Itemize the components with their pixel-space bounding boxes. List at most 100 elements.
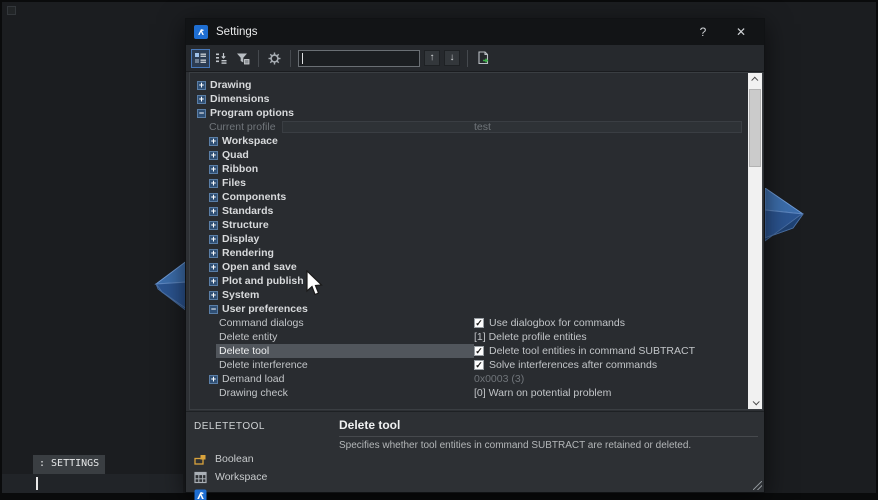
expand-icon[interactable]: + bbox=[209, 234, 218, 244]
expand-icon[interactable]: + bbox=[209, 248, 218, 258]
tree-row[interactable]: − User preferences bbox=[190, 302, 748, 316]
expand-icon[interactable]: + bbox=[209, 374, 218, 384]
setting-label: Drawing bbox=[210, 79, 252, 91]
setting-label: Rendering bbox=[222, 247, 274, 259]
setting-label: Delete entity bbox=[219, 331, 278, 343]
export-file-icon bbox=[478, 51, 489, 65]
expand-icon[interactable]: + bbox=[209, 276, 218, 286]
boolean-icon bbox=[194, 453, 207, 466]
settings-toolbar: ↑ ↓ bbox=[186, 45, 764, 72]
resize-grip[interactable] bbox=[753, 481, 762, 490]
tree-row[interactable]: + Demand load 0x0003 (3) bbox=[190, 372, 748, 386]
related-link-label: Boolean bbox=[215, 453, 254, 465]
find-previous-button[interactable]: ↑ bbox=[424, 50, 440, 66]
tree-row[interactable]: + Display bbox=[190, 232, 748, 246]
alphabetic-view-button[interactable] bbox=[212, 49, 231, 68]
tree-row[interactable]: + Ribbon bbox=[190, 162, 748, 176]
expand-icon[interactable]: + bbox=[197, 94, 206, 104]
tree-row[interactable]: Current profile test bbox=[190, 120, 748, 134]
tree-row[interactable]: + Structure bbox=[190, 218, 748, 232]
checkbox[interactable]: ✓ bbox=[474, 318, 484, 328]
tree-row[interactable]: Delete interference ✓ Solve interferences … bbox=[190, 358, 748, 372]
setting-label: User preferences bbox=[222, 303, 308, 315]
find-next-button[interactable]: ↓ bbox=[444, 50, 460, 66]
tree-row[interactable]: Drawing check [0] Warn on potential probl… bbox=[190, 386, 748, 400]
collapse-icon[interactable]: − bbox=[209, 304, 218, 314]
tree-row[interactable]: + Plot and publish bbox=[190, 274, 748, 288]
tree-row[interactable]: + Standards bbox=[190, 204, 748, 218]
left-arrow-entity bbox=[154, 259, 188, 313]
tree-row[interactable]: + Quad bbox=[190, 148, 748, 162]
tree-row[interactable]: Command dialogs ✓ Use dialogbox for comman… bbox=[190, 316, 748, 330]
application-window: : SETTINGS Settings ? ✕ ↑ ↓ + Drawing + … bbox=[0, 0, 878, 500]
help-button[interactable]: ? bbox=[688, 25, 718, 39]
bricscad-icon bbox=[194, 489, 207, 500]
command-caret bbox=[36, 477, 38, 490]
setting-value: Delete tool entities in command SUBTRACT bbox=[489, 345, 695, 357]
setting-value: Use dialogbox for commands bbox=[489, 317, 625, 329]
canvas-corner-glyph bbox=[7, 6, 16, 15]
setting-label: Delete tool bbox=[219, 345, 270, 357]
tree-row[interactable]: + Dimensions bbox=[190, 92, 748, 106]
expand-icon[interactable]: + bbox=[209, 136, 218, 146]
checkbox[interactable]: ✓ bbox=[474, 360, 484, 370]
setting-label: Dimensions bbox=[210, 93, 270, 105]
tree-row[interactable]: Delete tool ✓ Delete tool entities in comm… bbox=[190, 344, 748, 358]
command-input-bar[interactable] bbox=[2, 474, 183, 493]
filter-icon bbox=[236, 53, 249, 64]
related-link-workspace[interactable]: Workspace bbox=[194, 468, 267, 486]
dialog-title: Settings bbox=[216, 26, 258, 38]
workspace-icon bbox=[194, 471, 207, 484]
tree-row[interactable]: + Rendering bbox=[190, 246, 748, 260]
tree-row[interactable]: − Program options bbox=[190, 106, 748, 120]
export-button[interactable] bbox=[474, 49, 493, 68]
tree-row[interactable]: + Drawing bbox=[190, 78, 748, 92]
close-button[interactable]: ✕ bbox=[726, 25, 756, 39]
setting-label: Plot and publish bbox=[222, 275, 304, 287]
setting-value: [0] Warn on potential problem bbox=[474, 387, 612, 399]
configure-button[interactable] bbox=[265, 49, 284, 68]
expand-icon[interactable]: + bbox=[209, 164, 218, 174]
toolbar-separator bbox=[290, 49, 291, 67]
categorized-view-button[interactable] bbox=[191, 48, 210, 68]
search-input[interactable] bbox=[299, 50, 419, 66]
setting-label: Workspace bbox=[222, 135, 278, 147]
expand-icon[interactable]: + bbox=[209, 220, 218, 230]
expand-icon[interactable]: + bbox=[197, 80, 206, 90]
setting-value: [1] Delete profile entities bbox=[474, 331, 587, 343]
tree-row[interactable]: + Open and save bbox=[190, 260, 748, 274]
expand-icon[interactable]: + bbox=[209, 178, 218, 188]
setting-label: Ribbon bbox=[222, 163, 259, 175]
related-link-boolean[interactable]: Boolean bbox=[194, 450, 267, 468]
expand-icon[interactable]: + bbox=[209, 262, 218, 272]
setting-label: Standards bbox=[222, 205, 274, 217]
expand-icon[interactable]: + bbox=[209, 192, 218, 202]
alphabetic-view-icon bbox=[216, 52, 227, 64]
tree-row[interactable]: + Files bbox=[190, 176, 748, 190]
setting-label: Command dialogs bbox=[219, 317, 304, 329]
categorized-view-icon bbox=[195, 52, 206, 63]
tree-row[interactable]: Delete entity [1] Delete profile entities bbox=[190, 330, 748, 344]
tree-row[interactable]: + System bbox=[190, 288, 748, 302]
settings-tree-container: + Drawing + Dimensions − Program options Curre… bbox=[189, 72, 763, 410]
filter-button[interactable] bbox=[233, 49, 252, 68]
checkbox[interactable]: ✓ bbox=[474, 346, 484, 356]
related-link-bricscad[interactable] bbox=[194, 486, 267, 500]
expand-icon[interactable]: + bbox=[209, 290, 218, 300]
scroll-up-button[interactable] bbox=[748, 73, 762, 86]
dialog-titlebar[interactable]: Settings ? ✕ bbox=[186, 19, 764, 45]
vertical-scrollbar[interactable] bbox=[748, 73, 762, 409]
scroll-down-button[interactable] bbox=[748, 396, 762, 409]
setting-label: Structure bbox=[222, 219, 269, 231]
expand-icon[interactable]: + bbox=[209, 206, 218, 216]
setting-label: Current profile bbox=[209, 121, 276, 133]
tree-row[interactable]: + Workspace bbox=[190, 134, 748, 148]
cad-canvas[interactable]: : SETTINGS Settings ? ✕ ↑ ↓ + Drawing + … bbox=[2, 2, 876, 500]
tree-row[interactable]: + Components bbox=[190, 190, 748, 204]
collapse-icon[interactable]: − bbox=[197, 108, 206, 118]
expand-icon[interactable]: + bbox=[209, 150, 218, 160]
setting-label: System bbox=[222, 289, 260, 301]
setting-label: Display bbox=[222, 233, 260, 245]
scrollbar-thumb[interactable] bbox=[749, 89, 761, 167]
mouse-cursor bbox=[306, 270, 323, 296]
